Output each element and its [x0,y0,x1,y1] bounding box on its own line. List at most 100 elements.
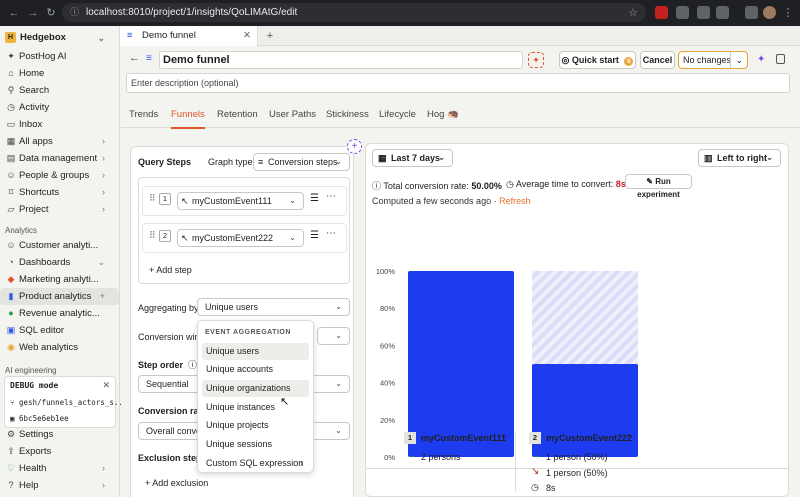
sidebar-item-home[interactable]: ⌂ Home [0,65,119,82]
option-unique-organizations[interactable]: Unique organizations [202,380,309,397]
plus-icon[interactable]: + [100,288,105,305]
insight-title-input[interactable]: Demo funnel [159,51,523,69]
sidebar-item-exports[interactable]: ⇪ Exports [0,443,119,460]
step-event-name: myCustomEvent222 [192,233,274,243]
layout-select[interactable]: ▥ Left to right ⌄ [698,149,781,167]
description-input[interactable]: Enter description (optional) [126,73,790,93]
sidebar-item-search[interactable]: ⚲ Search [0,82,119,99]
info-icon[interactable]: ⓘ [188,360,197,370]
option-unique-accounts[interactable]: Unique accounts [202,361,309,378]
graph-type-select[interactable]: ≡ Conversion steps ⌄ [253,153,350,171]
sidebar-item-dashboards[interactable]: ◔ Dashboards ⌄ [0,254,119,271]
sidebar-item-shortcuts[interactable]: ⌑ Shortcuts › [0,184,119,201]
step-event-select[interactable]: ↖ myCustomEvent222 ⌄ [177,229,304,247]
option-unique-users[interactable]: Unique users [202,343,309,360]
sidebar-item-settings[interactable]: ⚙ Settings [0,426,119,443]
back-arrow-icon[interactable]: ← [129,52,140,64]
bookmark-star-icon[interactable]: ☆ [626,6,640,20]
sidebar-item-revenue-analytics[interactable]: ● Revenue analytic... [0,305,119,322]
people-icon: ☺ [6,170,16,180]
option-label: Custom SQL expression [206,458,304,468]
chevron-right-icon: › [102,204,105,214]
sidebar-item-product-analytics[interactable]: ▮ Product analytics + [0,288,119,305]
sidebar-item-all-apps[interactable]: ▦ All apps › [0,133,119,150]
project-badge: H [5,32,16,43]
side-panel-icon[interactable] [776,54,785,64]
date-range-select[interactable]: ▦ Last 7 days ⌄ [372,149,453,167]
graph-type-value: Conversion steps [268,157,338,167]
extension-icon[interactable] [676,6,689,19]
sidebar-item-posthog-ai[interactable]: ✦ PostHog AI [0,48,119,65]
more-icon[interactable]: ⋯ [627,431,636,442]
dropped-count[interactable]: 1 person (50%) [546,468,608,478]
ai-assistant-icon[interactable]: ✦ [757,54,765,65]
sidebar-item-marketing-analytics[interactable]: ◆ Marketing analyti... [0,271,119,288]
funnel-bar[interactable] [408,271,514,457]
media-icon[interactable] [745,6,758,19]
close-tab-icon[interactable]: ✕ [243,26,251,46]
quick-start-button[interactable]: ◎ Quick start 6 [559,51,636,69]
add-filter-button[interactable]: + [347,139,362,154]
aggregation-select[interactable]: Unique users ⌄ [197,298,350,316]
chevron-down-icon[interactable]: ⌄ [730,52,743,68]
tab-retention[interactable]: Retention [217,109,258,127]
add-exclusion-button[interactable]: + Add exclusion [145,478,208,488]
megaphone-icon: ◆ [7,274,15,284]
extension-icon[interactable] [655,6,668,19]
site-info-icon[interactable]: ⓘ [70,3,79,22]
new-tab-button[interactable]: + [263,26,277,46]
sidebar-item-activity[interactable]: ◷ Activity [0,99,119,116]
refresh-link[interactable]: Refresh [499,196,531,206]
sidebar-item-data-management[interactable]: ▤ Data management › [0,150,119,167]
drag-handle-icon[interactable]: ⠿ [149,193,156,204]
sidebar-item-customer-analytics[interactable]: ☺ Customer analyti... [0,237,119,254]
add-step-button[interactable]: + Add step [149,265,192,275]
option-unique-sessions[interactable]: Unique sessions [202,436,309,453]
drag-handle-icon[interactable]: ⠿ [149,230,156,241]
option-unique-projects[interactable]: Unique projects [202,417,309,434]
converted-count[interactable]: 1 person (50%) [546,452,608,462]
sidebar-item-project[interactable]: ▱ Project › [0,201,119,218]
option-unique-instances[interactable]: Unique instances [202,399,309,416]
sidebar-item-inbox[interactable]: ▭ Inbox [0,116,119,133]
tab-stickiness[interactable]: Stickiness [326,109,369,127]
puzzle-icon[interactable] [716,6,729,19]
debug-commit: ▣ 6bc5e6eb1ee [10,414,69,423]
tab-lifecycle[interactable]: Lifecycle [379,109,416,127]
tab-trends[interactable]: Trends [129,109,158,127]
filter-icon[interactable]: ☰ [310,193,319,204]
menu-icon[interactable]: ⋮ [781,6,795,20]
bookmark-icon: ⌑ [8,187,14,197]
reload-icon[interactable]: ↻ [44,6,58,20]
more-icon[interactable]: ⋯ [326,191,336,202]
sidebar-item-sql-editor[interactable]: ▣ SQL editor [0,322,119,339]
save-button[interactable]: No changes ⌄ [678,51,748,69]
back-icon[interactable]: ← [7,6,21,20]
conversion-window-unit-select[interactable]: ⌄ [317,327,350,345]
profile-avatar[interactable] [763,6,776,19]
step-row: ⠿ 1 ↖ myCustomEvent111 ⌄ ☰ ⋯ [142,186,347,216]
sidebar-item-help[interactable]: ? Help › [0,477,119,494]
option-custom-sql[interactable]: Custom SQL expression › [202,455,309,472]
tab-hog[interactable]: Hog 🦔 [427,109,459,127]
project-switcher[interactable]: H Hedgebox ⌄ [0,29,119,47]
step-event-select[interactable]: ↖ myCustomEvent111 ⌄ [177,192,304,210]
more-icon[interactable]: ⋯ [498,431,507,442]
run-experiment-button[interactable]: ✎ Run experiment [625,174,692,199]
close-icon[interactable]: ✕ [102,380,110,391]
sidebar-item-web-analytics[interactable]: ◉ Web analytics [0,339,119,356]
cancel-button[interactable]: Cancel [640,51,675,69]
dropoff-bar[interactable] [532,271,638,364]
tab-user-paths[interactable]: User Paths [269,109,316,127]
persons-count[interactable]: 2 persons [421,452,461,462]
more-icon[interactable]: ⋯ [326,228,336,239]
sidebar-item-health[interactable]: ♡ Health › [0,460,119,477]
extension-icon[interactable] [697,6,710,19]
ai-sparkle-button[interactable]: ✦ [528,52,544,68]
filter-icon[interactable]: ☰ [310,230,319,241]
forward-icon[interactable]: → [26,6,40,20]
address-bar[interactable]: ⓘ localhost:8010/project/1/insights/QoLI… [62,3,646,22]
tab-funnels[interactable]: Funnels [171,109,205,129]
tab-demo-funnel[interactable]: ≡ Demo funnel ✕ [120,26,258,46]
sidebar-item-people[interactable]: ☺ People & groups › [0,167,119,184]
